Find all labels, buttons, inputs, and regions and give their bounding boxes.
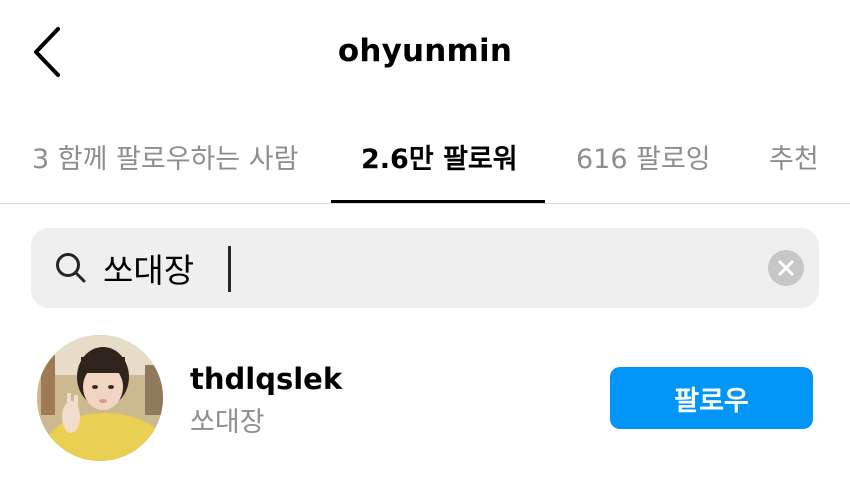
username[interactable]: thdlqslek	[190, 362, 342, 396]
full-name: 쏘대장	[190, 407, 265, 438]
profile-photo	[37, 335, 163, 461]
tab-suggested[interactable]: 추천	[769, 137, 819, 176]
page-title: ohyunmin	[337, 33, 513, 69]
search-bar[interactable]	[31, 228, 819, 308]
tab-mutual-followers[interactable]: 3 함께 팔로우하는 사람	[32, 137, 299, 176]
tab-following[interactable]: 616 팔로잉	[576, 137, 711, 176]
tab-bar: 3 함께 팔로우하는 사람 2.6만 팔로워 616 팔로잉 추천	[0, 115, 850, 204]
search-icon	[56, 253, 86, 283]
follow-button[interactable]: 팔로우	[610, 367, 813, 429]
active-tab-indicator	[331, 200, 545, 203]
avatar[interactable]	[37, 335, 163, 461]
clear-icon	[778, 260, 794, 276]
search-input[interactable]	[103, 242, 723, 294]
text-cursor	[228, 246, 231, 292]
followers-screen: ohyunmin 3 함께 팔로우하는 사람 2.6만 팔로워 616 팔로잉 …	[0, 0, 850, 494]
tab-followers[interactable]: 2.6만 팔로워	[361, 137, 518, 176]
clear-search-button[interactable]	[768, 250, 804, 286]
header: ohyunmin	[0, 0, 850, 110]
list-item[interactable]: thdlqslek 쏘대장 팔로우	[0, 330, 850, 470]
